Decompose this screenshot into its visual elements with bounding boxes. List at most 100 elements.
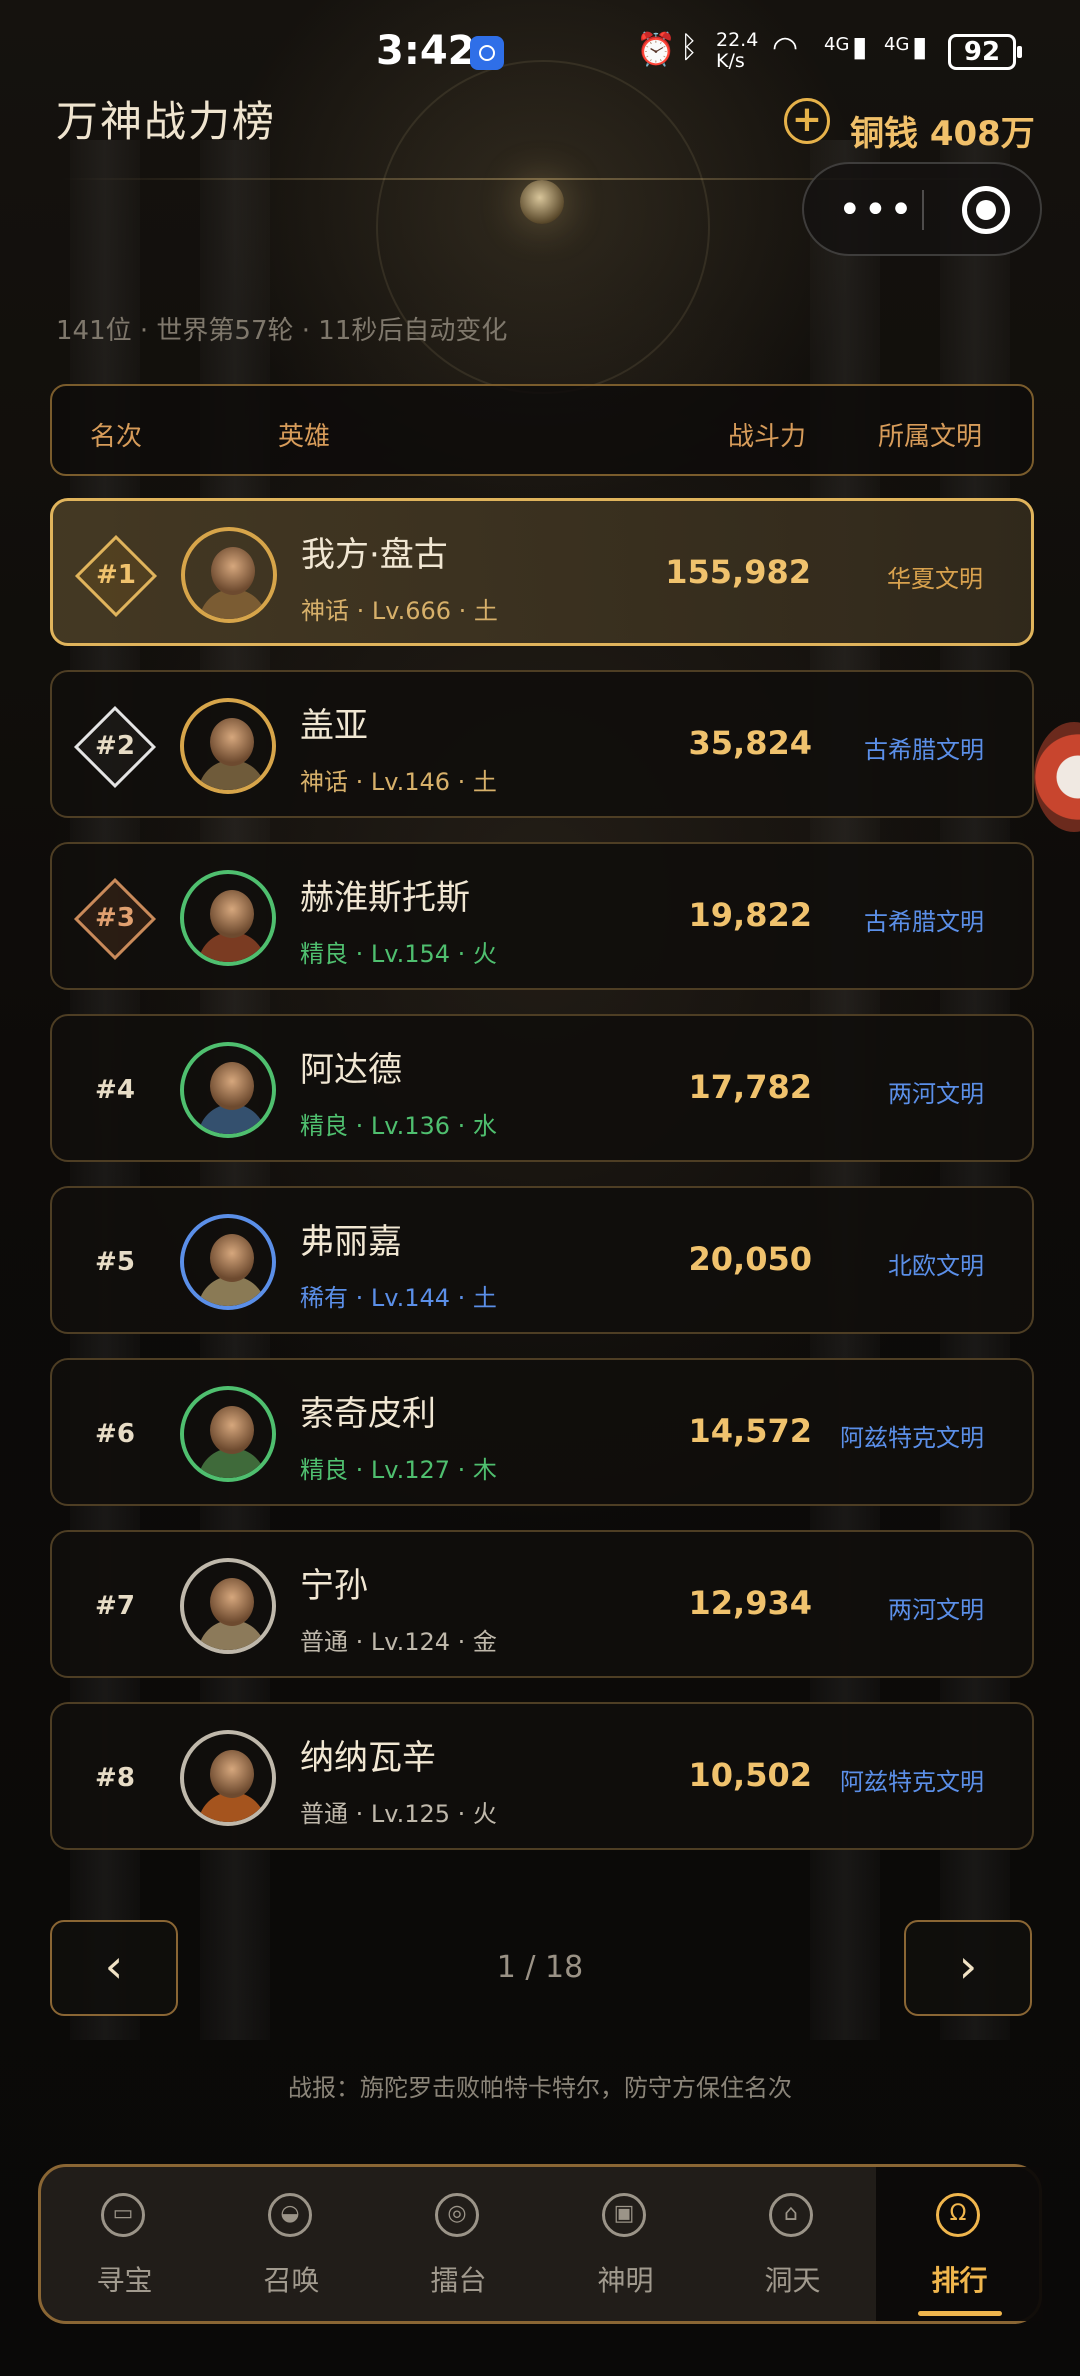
hero-meta: 稀有 · Lv.144 · 土 (300, 1284, 497, 1312)
deity-icon: ▣ (613, 2201, 635, 2226)
nav-tab[interactable]: ▭ 寻宝 (41, 2167, 208, 2321)
hero-avatar[interactable] (180, 870, 276, 966)
add-coin-button[interactable]: + (784, 98, 830, 144)
ranking-row[interactable]: #8 纳纳瓦辛普通 · Lv.125 · 火 10,502 阿兹特克文明 (50, 1702, 1034, 1850)
avatar-face (210, 1750, 254, 1798)
signal-label-2: 4G (884, 34, 910, 55)
nav-tab[interactable]: ◒ 召唤 (208, 2167, 375, 2321)
arena-icon: ◎ (447, 2201, 467, 2226)
notification-app-icon (470, 36, 504, 70)
miniprogram-capsule: ••• (802, 162, 1042, 256)
more-options-icon[interactable]: ••• (838, 190, 915, 230)
summon-icon: ◒ (280, 2201, 300, 2226)
ranking-row[interactable]: #5 弗丽嘉 稀有 · Lv.144 · 土 20,050 北欧文明 (50, 1186, 1034, 1334)
nav-tab[interactable]: Ω 排行 (876, 2167, 1043, 2321)
ranking-row[interactable]: #2 盖亚 神话 · Lv.146 · 土 35,824 古希腊文明 (50, 670, 1034, 818)
status-time: 3:42 (376, 28, 476, 74)
hero-avatar[interactable] (180, 698, 276, 794)
combat-power: 35,824 (688, 724, 812, 762)
prev-page-button[interactable]: ‹ (50, 1920, 178, 2016)
civilization: 两河文明 (888, 1596, 984, 1624)
avatar-face (211, 547, 255, 595)
rank-number: #3 (95, 903, 135, 933)
column-header-power: 战斗力 (728, 422, 807, 452)
nav-tab[interactable]: ▣ 神明 (542, 2167, 709, 2321)
cell-signal-icon: ▮ (852, 30, 868, 63)
ranking-info: 141位 · 世界第57轮 · 11秒后自动变化 (56, 316, 508, 346)
rank-number: #2 (95, 731, 135, 761)
nav-label: 召唤 (263, 2264, 320, 2297)
civilization: 两河文明 (888, 1080, 984, 1108)
avatar-face (210, 1406, 254, 1454)
hero-avatar[interactable] (180, 1042, 276, 1138)
treasure-chest-icon: ▭ (112, 2201, 134, 2226)
bottom-nav: ▭ 寻宝 ◒ 召唤 ◎ 擂台 ▣ 神明 ⌂ 洞天 Ω 排行 (38, 2164, 1043, 2324)
avatar-face (210, 890, 254, 938)
ranking-row[interactable]: #1 我方·盘古 神话 · Lv.666 · 土 155,982 华夏文明 (50, 498, 1034, 646)
hero-meta: 神话 · Lv.146 · 土 (300, 768, 497, 796)
hero-meta: 精良 · Lv.136 · 水 (300, 1112, 497, 1140)
grotto-house-icon: ⌂ (784, 2201, 798, 2226)
ranking-trophy-icon: Ω (949, 2201, 967, 2226)
ranking-row[interactable]: #6 索奇皮利 精良 · Lv.127 · 木 14,572 阿兹特克文明 (50, 1358, 1034, 1506)
civilization: 华夏文明 (887, 565, 983, 593)
combat-power: 19,822 (688, 896, 812, 934)
active-tab-indicator (918, 2311, 1002, 2316)
hero-name: 纳纳瓦辛 (300, 1738, 436, 1778)
hero-meta: 普通 · Lv.125 · 火 (300, 1800, 497, 1828)
hero-avatar[interactable] (181, 527, 277, 623)
signal-label-1: 4G (824, 34, 850, 55)
hero-name: 盖亚 (300, 706, 368, 746)
avatar-face (210, 718, 254, 766)
avatar-face (210, 1234, 254, 1282)
page-indicator: 1 / 18 (496, 1950, 584, 1985)
avatar-face (210, 1062, 254, 1110)
hero-meta: 精良 · Lv.154 · 火 (300, 940, 497, 968)
status-bar: 3:42 ⏰ ᛒ 22.4 K/s ◠ 4G ▮ 4G ▮ 92 (0, 0, 1080, 100)
nav-tab[interactable]: ◎ 擂台 (375, 2167, 542, 2321)
rank-number: #4 (95, 1075, 135, 1105)
hero-name: 弗丽嘉 (300, 1222, 402, 1262)
nav-label: 寻宝 (96, 2264, 153, 2297)
column-header-hero: 英雄 (278, 422, 331, 452)
column-header-rank: 名次 (90, 422, 143, 452)
rank-number: #7 (95, 1591, 135, 1621)
glowing-orb (520, 180, 564, 224)
ranking-row[interactable]: #7 宁孙普通 · Lv.124 · 金 12,934 两河文明 (50, 1530, 1034, 1678)
rank-number: #6 (95, 1419, 135, 1449)
hero-avatar[interactable] (180, 1730, 276, 1826)
hero-name: 宁孙 (300, 1566, 368, 1606)
combat-power: 155,982 (665, 553, 811, 591)
rank-number: #1 (96, 560, 136, 590)
close-miniprogram-icon[interactable] (962, 186, 1010, 234)
combat-power: 17,782 (688, 1068, 812, 1106)
page-title: 万神战力榜 (56, 97, 277, 146)
rank-number: #5 (95, 1247, 135, 1277)
ranking-row[interactable]: #4 阿达德精良 · Lv.136 · 水 17,782 两河文明 (50, 1014, 1034, 1162)
cell-signal-icon: ▮ (912, 30, 928, 63)
combat-power: 12,934 (688, 1584, 812, 1622)
hero-meta: 普通 · Lv.124 · 金 (300, 1628, 497, 1656)
combat-power: 14,572 (688, 1412, 812, 1450)
column-header-civilization: 所属文明 (877, 422, 982, 452)
next-page-button[interactable]: › (904, 1920, 1032, 2016)
nav-tab[interactable]: ⌂ 洞天 (709, 2167, 876, 2321)
nav-label: 洞天 (764, 2264, 821, 2297)
hero-avatar[interactable] (180, 1558, 276, 1654)
avatar-face (210, 1578, 254, 1626)
hero-avatar[interactable] (180, 1386, 276, 1482)
hero-avatar[interactable] (180, 1214, 276, 1310)
hero-name: 赫淮斯托斯 (300, 878, 470, 918)
civilization: 阿兹特克文明 (840, 1424, 984, 1452)
ranking-row[interactable]: #3 赫淮斯托斯精良 · Lv.154 · 火 19,822 古希腊文明 (50, 842, 1034, 990)
wifi-icon: ◠ (772, 30, 799, 65)
hero-name: 索奇皮利 (300, 1394, 436, 1434)
battery-indicator: 92 (948, 34, 1022, 70)
civilization: 阿兹特克文明 (840, 1768, 984, 1796)
combat-power: 10,502 (688, 1756, 812, 1794)
rank-number: #8 (95, 1763, 135, 1793)
bluetooth-icon: ᛒ (680, 30, 698, 65)
alarm-icon: ⏰ (636, 30, 676, 68)
civilization: 古希腊文明 (864, 908, 984, 936)
hero-name: 阿达德 (300, 1050, 402, 1090)
